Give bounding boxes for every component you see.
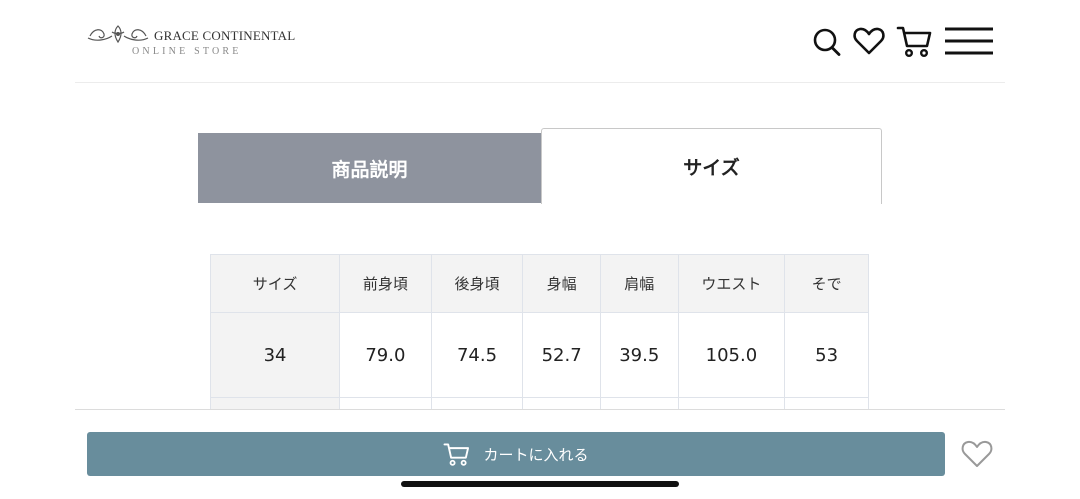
column-header: そで (784, 254, 869, 313)
table-cell: 74.5 (430, 312, 524, 398)
home-indicator (401, 481, 679, 487)
table-cell: 53 (784, 312, 869, 398)
column-header: 身幅 (522, 254, 601, 313)
add-to-cart-button[interactable]: カートに入れる (87, 432, 945, 476)
site-header: GRACE CONTINENTAL ONLINE STORE (0, 0, 1080, 83)
tab-size[interactable]: サイズ (541, 128, 882, 204)
size-table-scroll-area[interactable]: サイズ 前身頃 後身頃 身幅 肩幅 ウエスト そで 34 79.0 74.5 5… (210, 254, 869, 410)
tab-product-description[interactable]: 商品説明 (198, 133, 541, 203)
logo-ornament-icon (87, 25, 149, 44)
hamburger-menu-icon[interactable] (944, 24, 994, 58)
table-row: 34 79.0 74.5 52.7 39.5 105.0 53 (210, 312, 869, 398)
column-header: 後身頃 (430, 254, 524, 313)
logo-title: GRACE CONTINENTAL (154, 28, 296, 43)
table-cell: 39.5 (599, 312, 679, 398)
column-header: サイズ (210, 254, 341, 313)
search-icon[interactable] (810, 24, 844, 58)
column-header: ウエスト (677, 254, 786, 313)
size-table: サイズ 前身頃 後身頃 身幅 肩幅 ウエスト そで 34 79.0 74.5 5… (210, 254, 869, 410)
logo-subtitle: ONLINE STORE (132, 46, 242, 57)
cart-icon (443, 441, 471, 467)
cart-icon[interactable] (896, 24, 934, 58)
product-tabs: 商品説明 サイズ (198, 128, 882, 204)
add-to-cart-label: カートに入れる (483, 445, 589, 464)
column-header: 前身頃 (339, 254, 432, 313)
heart-outline-icon[interactable] (960, 438, 994, 474)
table-cell: 105.0 (677, 312, 786, 398)
table-header-row: サイズ 前身頃 後身頃 身幅 肩幅 ウエスト そで (210, 254, 869, 313)
table-cell: 52.7 (522, 312, 601, 398)
table-cell: 34 (210, 312, 341, 398)
bottom-bar-divider (75, 409, 1005, 410)
heart-icon[interactable] (852, 24, 886, 58)
column-header: 肩幅 (599, 254, 679, 313)
store-logo[interactable]: GRACE CONTINENTAL ONLINE STORE (86, 22, 306, 62)
table-cell: 79.0 (339, 312, 432, 398)
header-divider (75, 82, 1005, 83)
